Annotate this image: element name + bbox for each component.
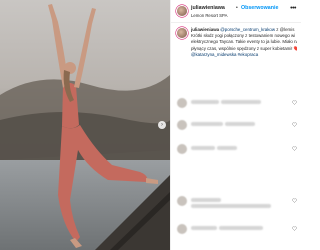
avatar[interactable] [177, 120, 187, 130]
heart-icon[interactable] [292, 198, 297, 203]
post-sidebar: juliawieniawa • Obserwowanie Lemon Resor… [170, 0, 301, 250]
follow-status-button[interactable]: Obserwowanie [241, 5, 278, 11]
carousel-arrow-icon[interactable]: › [158, 121, 166, 129]
list-item [177, 196, 297, 210]
caption-mention[interactable]: @porsche_centrum_krakow [220, 27, 275, 32]
avatar[interactable] [177, 28, 187, 38]
heart-icon[interactable] [292, 226, 297, 231]
avatar[interactable] [177, 196, 187, 206]
caption-line[interactable]: @katarzyna_midewska #ekopraca [191, 52, 297, 58]
avatar[interactable] [177, 144, 187, 154]
more-options-icon[interactable]: ••• [290, 5, 296, 12]
separator-dot: • [236, 5, 238, 11]
heart-icon[interactable] [292, 100, 297, 105]
avatar[interactable] [177, 224, 187, 234]
list-item [177, 224, 297, 238]
list-item [177, 120, 297, 134]
post-header: juliawieniawa • Obserwowanie Lemon Resor… [171, 0, 301, 23]
avatar[interactable] [177, 6, 187, 16]
list-item [177, 144, 297, 158]
caption-username[interactable]: juliawieniawa [191, 27, 219, 32]
heart-icon[interactable] [292, 146, 297, 151]
heart-icon[interactable] [292, 122, 297, 127]
post-photo[interactable]: › [0, 0, 170, 250]
username-link[interactable]: juliawieniawa [191, 5, 225, 11]
caption-line: elektrycznego Taycan. Takie eventy to ja… [191, 39, 297, 45]
list-item [177, 98, 297, 112]
post-caption: juliawieniawa @porsche_centrum_krakow z … [177, 27, 297, 58]
location-link[interactable]: Lemon Resort SPA [191, 13, 227, 18]
avatar[interactable] [177, 98, 187, 108]
caption-line: płynący czas, wspólnie spędzony z super … [191, 45, 297, 51]
caption-text: z @lemis [276, 27, 295, 32]
yoga-photo [0, 0, 170, 250]
